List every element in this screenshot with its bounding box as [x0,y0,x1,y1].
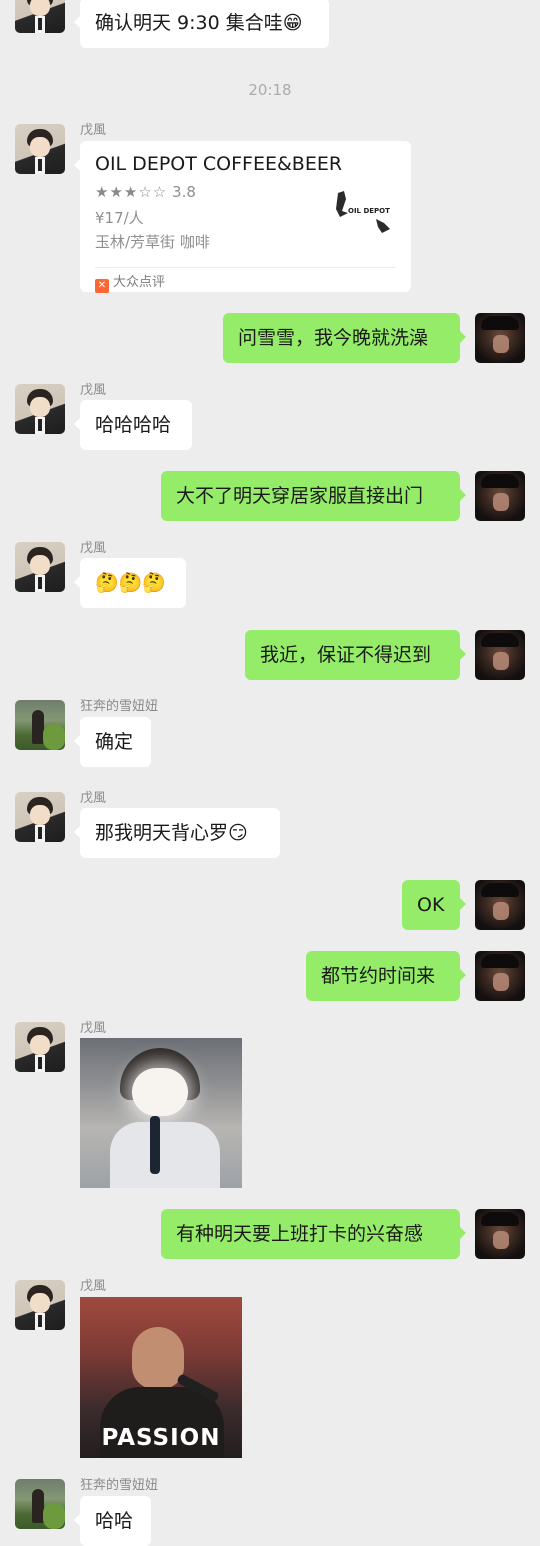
sender-name: 戊風 [80,383,107,398]
message-bubble[interactable]: 问雪雪，我今晚就洗澡 [223,313,466,363]
avatar[interactable] [475,630,525,680]
avatar[interactable] [475,313,525,363]
message-bubble[interactable]: OK [402,880,466,930]
avatar[interactable] [475,880,525,930]
message-bubble[interactable]: 哈哈哈哈 [74,400,192,450]
divider [95,267,396,268]
place-logo-text: OIL DEPOT [348,207,390,215]
message-bubble[interactable]: 确定 [74,717,151,767]
avatar[interactable] [15,0,65,33]
sender-name: 戊風 [80,1279,107,1294]
avatar[interactable] [15,1022,65,1072]
place-card[interactable]: OIL DEPOT COFFEE&BEER ★★★☆☆ 3.8 ¥17/人 玉林… [74,141,411,293]
message-bubble[interactable]: 有种明天要上班打卡的兴奋感 [161,1209,466,1259]
sender-name: 狂奔的雪妞妞 [80,699,159,714]
sender-name: 戊風 [80,123,107,138]
card-source-label: 大众点评 [113,275,166,290]
sender-name: 戊風 [80,541,107,556]
avatar[interactable] [15,384,65,434]
place-logo: OIL DEPOT [336,191,390,233]
place-title: OIL DEPOT COFFEE&BEER [95,153,343,175]
avatar[interactable] [15,700,65,750]
avatar[interactable] [475,1209,525,1259]
message-bubble[interactable]: 我近，保证不得迟到 [245,630,466,680]
message-bubble[interactable]: 🤔🤔🤔 [74,558,186,608]
rating-value: 3.8 [172,183,196,201]
message-bubble[interactable]: 那我明天背心罗😏 [74,808,280,858]
message-bubble[interactable]: 确认明天 9:30 集合哇😁 [74,0,329,48]
dianping-icon: ✕ [95,279,109,293]
avatar[interactable] [15,124,65,174]
sender-name: 狂奔的雪妞妞 [80,1478,159,1493]
message-bubble[interactable]: 大不了明天穿居家服直接出门 [161,471,466,521]
avatar[interactable] [15,542,65,592]
avatar[interactable] [15,1479,65,1529]
image-caption: PASSION [101,1425,221,1451]
message-bubble[interactable]: 都节约时间来 [306,951,466,1001]
sender-name: 戊風 [80,1021,107,1036]
rating-stars: ★★★☆☆ [95,183,168,201]
avatar[interactable] [15,1280,65,1330]
avatar[interactable] [475,951,525,1001]
sender-name: 戊風 [80,791,107,806]
avatar[interactable] [15,792,65,842]
place-price: ¥17/人 [95,209,144,227]
place-rating: ★★★☆☆ 3.8 [95,183,196,201]
image-message[interactable]: PASSION [80,1297,242,1458]
avatar[interactable] [475,471,525,521]
timestamp: 20:18 [248,81,292,99]
card-source: ✕ 大众点评 [95,271,165,293]
place-location: 玉林/芳草街 咖啡 [95,233,210,251]
message-bubble[interactable]: 哈哈 [74,1496,151,1546]
image-message[interactable] [80,1038,242,1188]
